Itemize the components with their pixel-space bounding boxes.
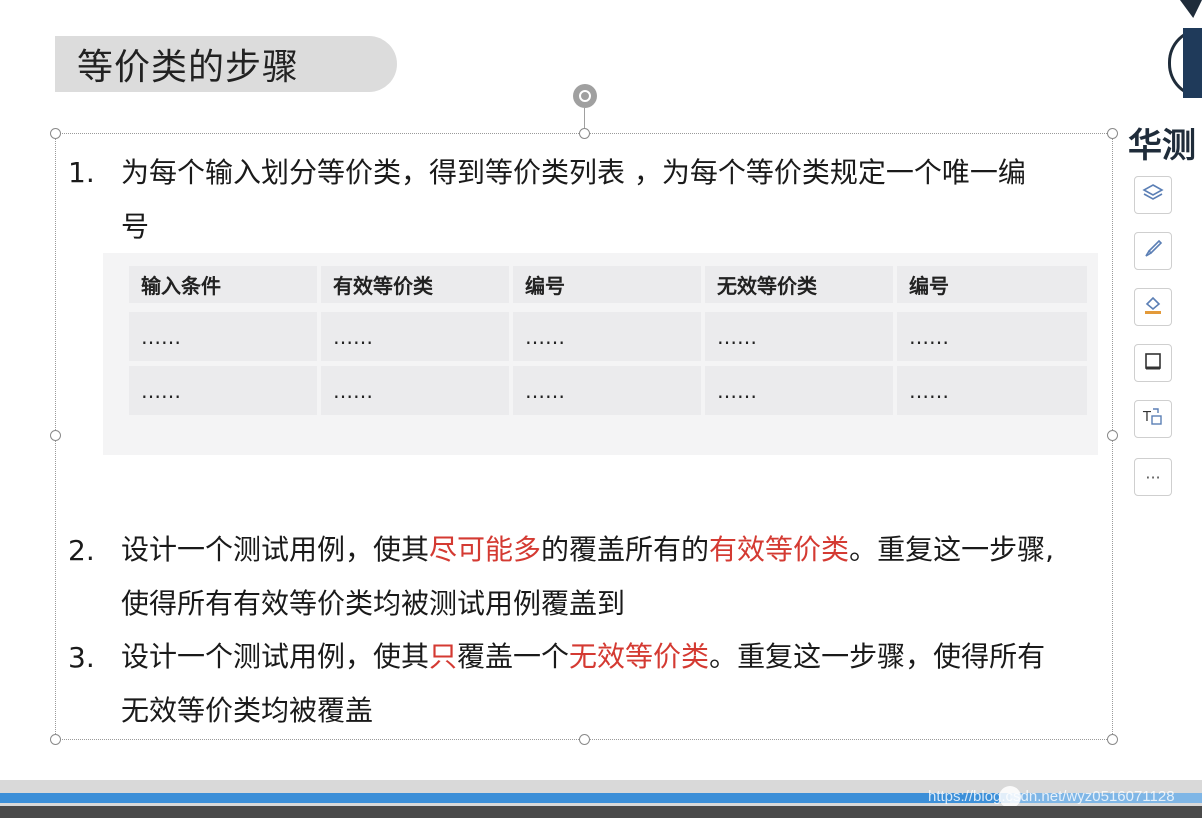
brand-logo-fill bbox=[1183, 28, 1202, 98]
step-1-number: 1. bbox=[68, 156, 95, 189]
table-cell: …… bbox=[705, 366, 893, 415]
step-2-text-c: 的覆盖所有的 bbox=[541, 533, 710, 566]
fill-button[interactable] bbox=[1134, 288, 1172, 326]
resize-handle-top-right[interactable] bbox=[1107, 128, 1118, 139]
table-header-cell: 无效等价类 bbox=[705, 266, 893, 303]
table-header-cell: 输入条件 bbox=[129, 266, 317, 303]
resize-handle-top-left[interactable] bbox=[50, 128, 61, 139]
layers-icon bbox=[1142, 182, 1164, 208]
table-cell: …… bbox=[321, 366, 509, 415]
step-2-emphasis-a: 尽可能多 bbox=[429, 533, 542, 566]
table-cell: …… bbox=[705, 312, 893, 361]
brush-button[interactable] bbox=[1134, 232, 1172, 270]
fill-icon bbox=[1142, 294, 1164, 320]
watermark-url: https://blog.csdn.net/wyz0516071128 bbox=[928, 788, 1175, 805]
table-header-cell: 有效等价类 bbox=[321, 266, 509, 303]
resize-handle-bottom-right[interactable] bbox=[1107, 734, 1118, 745]
player-controls-strip bbox=[0, 806, 1202, 818]
table-cell: …… bbox=[513, 366, 701, 415]
step-2-line1: 设计一个测试用例，使其尽可能多的覆盖所有的有效等价类。重复这一步骤, bbox=[121, 523, 1054, 577]
table-header-cell: 编号 bbox=[513, 266, 701, 303]
brush-icon bbox=[1142, 238, 1164, 264]
more-button[interactable]: ··· bbox=[1134, 458, 1172, 496]
resize-handle-top[interactable] bbox=[579, 128, 590, 139]
step-2-line2: 使得所有有效等价类均被测试用例覆盖到 bbox=[121, 587, 626, 620]
resize-handle-bottom[interactable] bbox=[579, 734, 590, 745]
step-3-line2: 无效等价类均被覆盖 bbox=[121, 694, 374, 727]
resize-handle-right[interactable] bbox=[1107, 430, 1118, 441]
step-2-text-a: 设计一个测试用例，使其 bbox=[121, 533, 430, 566]
rotate-stem bbox=[584, 108, 585, 128]
border-icon bbox=[1142, 350, 1164, 376]
svg-text:T: T bbox=[1142, 410, 1151, 425]
step-1-line2: 号 bbox=[121, 210, 150, 243]
step-3-emphasis-b: 无效等价类 bbox=[569, 640, 710, 673]
step-3-line1: 设计一个测试用例，使其只覆盖一个无效等价类。重复这一步骤，使得所有 bbox=[121, 630, 1045, 684]
table-header-cell: 编号 bbox=[897, 266, 1087, 303]
table-cell: …… bbox=[129, 366, 317, 415]
step-3-text-c: 覆盖一个 bbox=[457, 640, 570, 673]
progress-fill bbox=[0, 793, 1010, 803]
rotate-handle[interactable] bbox=[573, 84, 597, 108]
text-transform-button[interactable]: T bbox=[1134, 400, 1172, 438]
layers-button[interactable] bbox=[1134, 176, 1172, 214]
table-cell: …… bbox=[321, 312, 509, 361]
table-cell: …… bbox=[897, 312, 1087, 361]
slide-title-text: 等价类的步骤 bbox=[77, 47, 300, 88]
resize-handle-left[interactable] bbox=[50, 430, 61, 441]
resize-handle-bottom-left[interactable] bbox=[50, 734, 61, 745]
step-3-number: 3. bbox=[68, 641, 95, 674]
table-cell: …… bbox=[129, 312, 317, 361]
step-3-text-a: 设计一个测试用例，使其 bbox=[121, 640, 430, 673]
table-cell: …… bbox=[897, 366, 1087, 415]
step-3-emphasis-a: 只 bbox=[429, 640, 458, 673]
brand-logo-tip bbox=[1180, 0, 1202, 18]
table-cell: …… bbox=[513, 312, 701, 361]
brand-text: 华测 bbox=[1128, 126, 1196, 166]
text-transform-icon: T bbox=[1141, 406, 1165, 432]
more-icon: ··· bbox=[1145, 467, 1161, 487]
border-button[interactable] bbox=[1134, 344, 1172, 382]
step-2-text-e: 。重复这一步骤, bbox=[849, 533, 1054, 566]
step-2-number: 2. bbox=[68, 534, 95, 567]
step-1-line1: 为每个输入划分等价类，得到等价类列表 ，为每个等价类规定一个唯一编 bbox=[121, 156, 1026, 189]
step-2-emphasis-b: 有效等价类 bbox=[709, 533, 850, 566]
slide-title: 等价类的步骤 bbox=[55, 36, 397, 92]
step-3-text-e: 。重复这一步骤，使得所有 bbox=[709, 640, 1046, 673]
